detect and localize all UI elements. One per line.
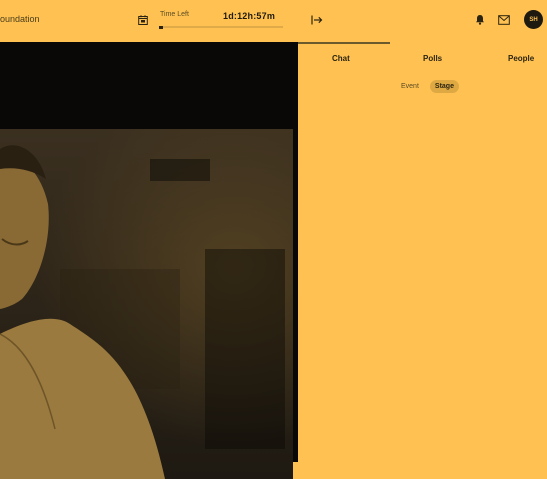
avatar-initials: SH xyxy=(529,16,538,23)
time-left-label: Time Left xyxy=(160,11,189,18)
speaker-figure xyxy=(0,145,165,479)
stage-video-area xyxy=(0,42,298,479)
top-bar: oundation Time Left 1d:12h:57m SH xyxy=(0,0,547,42)
mail-icon[interactable] xyxy=(498,15,510,25)
calendar-timer-icon xyxy=(138,15,148,25)
side-panel: Chat Polls People Event Stage xyxy=(298,42,547,462)
tab-chat[interactable]: Chat xyxy=(332,54,350,63)
chat-subtabs: Event Stage xyxy=(396,80,459,93)
subtab-stage[interactable]: Stage xyxy=(429,80,459,93)
collapse-panel-icon[interactable] xyxy=(311,14,323,26)
time-left-progress xyxy=(159,25,283,29)
active-tab-indicator xyxy=(298,42,390,44)
video-stream[interactable] xyxy=(0,129,293,479)
tab-polls[interactable]: Polls xyxy=(423,54,442,63)
event-org-name: oundation xyxy=(0,14,40,24)
subtab-event[interactable]: Event xyxy=(396,80,424,93)
user-avatar[interactable]: SH xyxy=(524,10,543,29)
tab-people[interactable]: People xyxy=(508,54,534,63)
time-left-value: 1d:12h:57m xyxy=(223,11,276,21)
bell-icon[interactable] xyxy=(475,14,485,25)
time-left-progress-fill xyxy=(159,25,163,29)
